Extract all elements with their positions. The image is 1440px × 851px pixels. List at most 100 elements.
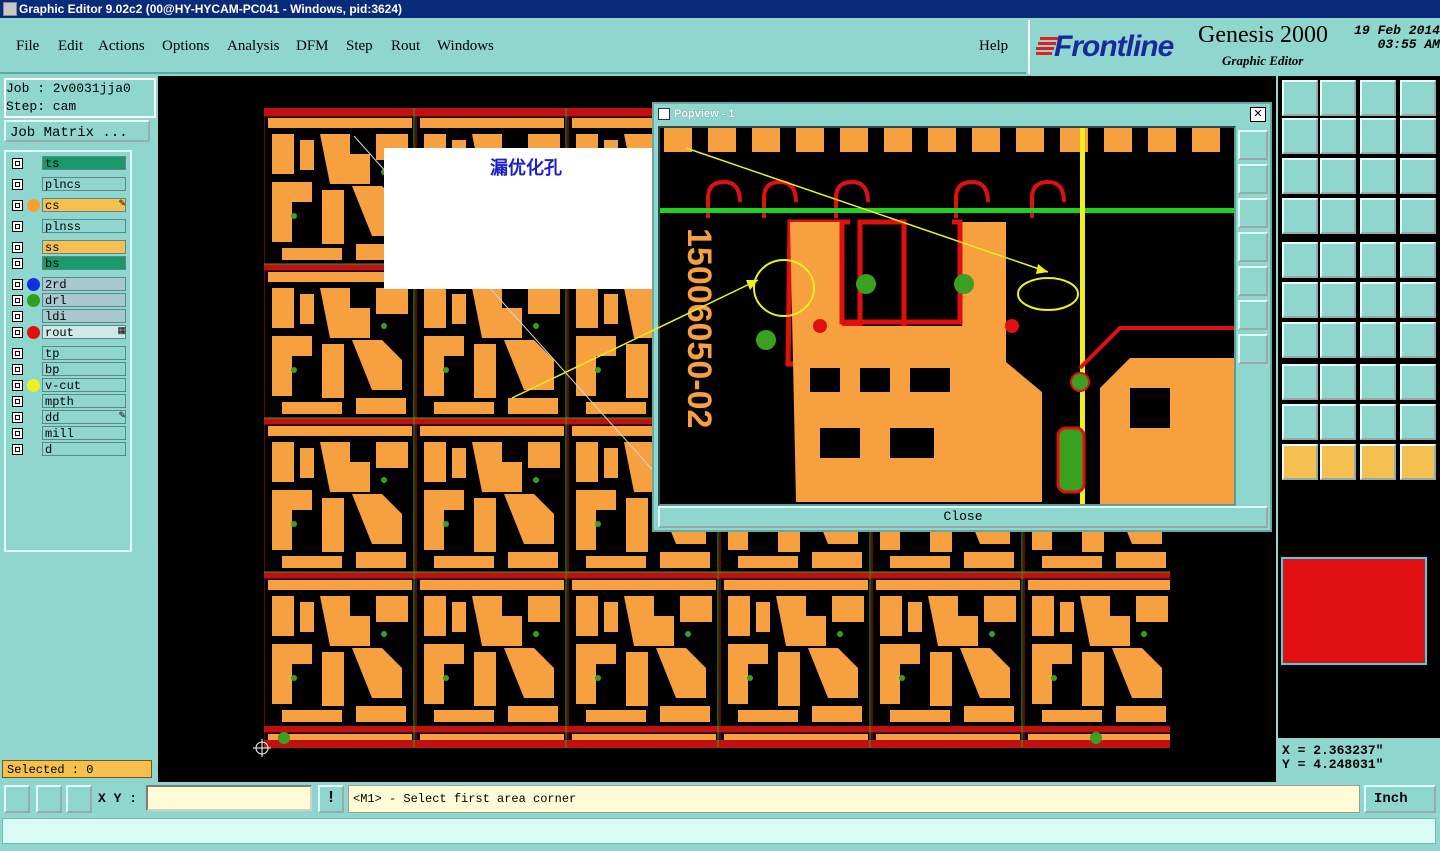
menu-step[interactable]: Step	[346, 38, 373, 55]
delete-node-icon[interactable]	[1320, 282, 1356, 318]
pv-zoom-out-button[interactable]	[1238, 198, 1268, 228]
layer-name[interactable]: rout	[42, 325, 126, 340]
resize-icon[interactable]	[4, 785, 30, 813]
layer-row-tp[interactable]: tp	[8, 346, 128, 361]
popview-canvas[interactable]: 15006050-02	[658, 126, 1236, 506]
alert-icon[interactable]: !	[318, 785, 344, 813]
settings-icon[interactable]	[1282, 198, 1318, 234]
pointer-box-icon[interactable]	[1320, 444, 1356, 480]
layer-checkbox[interactable]	[12, 279, 23, 290]
layer-row-ts[interactable]: ts	[8, 156, 128, 171]
popview-close-button[interactable]: Close	[658, 506, 1268, 528]
popview-close-icon[interactable]: ✕	[1250, 107, 1266, 122]
layer-checkbox[interactable]	[12, 311, 23, 322]
route-icon[interactable]	[1400, 444, 1436, 480]
layer-checkbox[interactable]	[12, 242, 23, 253]
scale-1-2-icon[interactable]	[1360, 158, 1396, 194]
window-icon[interactable]	[1400, 80, 1436, 116]
layer-row-rout[interactable]: rout ▦	[8, 325, 128, 340]
triangle-icon[interactable]	[1282, 404, 1318, 440]
triangle-alt-icon[interactable]	[1320, 404, 1356, 440]
layer-name[interactable]: plncs	[42, 177, 126, 192]
layer-name[interactable]: ts	[42, 156, 126, 171]
menu-options[interactable]: Options	[162, 38, 210, 55]
pv-reset-button[interactable]	[1238, 334, 1268, 364]
layer-name[interactable]: ss	[42, 240, 126, 255]
layer-name[interactable]: tp	[42, 346, 126, 361]
swap-icon[interactable]	[1360, 118, 1396, 154]
line-icon[interactable]	[1320, 322, 1356, 358]
layer-name[interactable]: plnss	[42, 219, 126, 234]
pan-right-icon[interactable]	[1320, 118, 1356, 154]
layer-name[interactable]: mpth	[42, 394, 126, 409]
ruler-icon[interactable]	[1360, 242, 1396, 278]
app-icon[interactable]	[3, 2, 17, 16]
layer-checkbox[interactable]	[12, 364, 23, 375]
cross-select-icon[interactable]	[1320, 242, 1356, 278]
layer-checkbox[interactable]	[12, 179, 23, 190]
layer-row-v-cut[interactable]: v-cut	[8, 378, 128, 393]
layer-row-ldi[interactable]: ldi	[8, 309, 128, 324]
layer-checkbox[interactable]	[12, 200, 23, 211]
layer-row-2rd[interactable]: 2rd	[8, 277, 128, 292]
zoom-in-icon[interactable]	[1320, 158, 1356, 194]
layer-row-drl[interactable]: drl	[8, 293, 128, 308]
layer-row-plncs[interactable]: plncs	[8, 177, 128, 192]
layer-checkbox[interactable]	[12, 348, 23, 359]
layer-row-dd[interactable]: dd ✎	[8, 410, 128, 425]
pointer-icon[interactable]	[1282, 444, 1318, 480]
layer-checkbox[interactable]	[12, 158, 23, 169]
layer-checkbox[interactable]	[12, 258, 23, 269]
layer-row-bs[interactable]: bs	[8, 256, 128, 271]
layer-checkbox[interactable]	[12, 396, 23, 407]
line-node-icon[interactable]	[1360, 282, 1396, 318]
snap-icon[interactable]	[1360, 198, 1396, 234]
pv-zoom-in-button[interactable]	[1238, 164, 1268, 194]
menu-windows[interactable]: Windows	[437, 38, 494, 55]
pv-center-button[interactable]	[1238, 300, 1268, 330]
layer-name[interactable]: cs	[42, 198, 126, 213]
unit-selector[interactable]: Inch	[1364, 785, 1436, 813]
grid-snap-icon[interactable]	[66, 785, 92, 813]
pv-pan-right-button[interactable]	[1238, 266, 1268, 296]
layer-row-mill[interactable]: mill	[8, 426, 128, 441]
layer-checkbox[interactable]	[12, 412, 23, 423]
circles-icon[interactable]	[1400, 364, 1436, 400]
snap-alt-icon[interactable]	[1400, 198, 1436, 234]
layer-checkbox[interactable]	[12, 380, 23, 391]
layer-name[interactable]: drl	[42, 293, 126, 308]
layer-name[interactable]: ldi	[42, 309, 126, 324]
layer-name[interactable]: v-cut	[42, 378, 126, 393]
house-icon[interactable]	[1360, 80, 1396, 116]
angle-icon[interactable]	[1282, 322, 1318, 358]
menu-analysis[interactable]: Analysis	[227, 38, 280, 55]
pan-left-icon[interactable]	[1282, 118, 1318, 154]
zoom-out-icon[interactable]	[1282, 158, 1318, 194]
layer-checkbox[interactable]	[12, 444, 23, 455]
pv-pan-left-button[interactable]	[1238, 232, 1268, 262]
mirror-icon[interactable]	[1400, 322, 1436, 358]
layer-name[interactable]: bp	[42, 362, 126, 377]
layer-name[interactable]: mill	[42, 426, 126, 441]
home-up-icon[interactable]	[1282, 80, 1318, 116]
pv-zoom-fit-button[interactable]	[1238, 130, 1268, 160]
layer-checkbox[interactable]	[12, 428, 23, 439]
layer-checkbox[interactable]	[12, 327, 23, 338]
layer-name[interactable]: bs	[42, 256, 126, 271]
pad-icon[interactable]	[1282, 364, 1318, 400]
layer-row-ss[interactable]: ss	[8, 240, 128, 255]
menu-dfm[interactable]: DFM	[296, 38, 329, 55]
pointer-alt-icon[interactable]	[1360, 444, 1396, 480]
area-icon[interactable]	[1400, 242, 1436, 278]
arch-alt-icon[interactable]	[1400, 404, 1436, 440]
layer-row-mpth[interactable]: mpth	[8, 394, 128, 409]
connect-icon[interactable]	[1282, 282, 1318, 318]
layer-name[interactable]: dd	[42, 410, 126, 425]
menu-rout[interactable]: Rout	[391, 38, 420, 55]
query-icon[interactable]	[1400, 158, 1436, 194]
home-down-icon[interactable]	[1320, 80, 1356, 116]
job-matrix-button[interactable]: Job Matrix ...	[4, 120, 150, 142]
arch-icon[interactable]	[1360, 404, 1396, 440]
measure-angle-icon[interactable]	[36, 785, 62, 813]
menu-file[interactable]: File	[16, 38, 39, 55]
